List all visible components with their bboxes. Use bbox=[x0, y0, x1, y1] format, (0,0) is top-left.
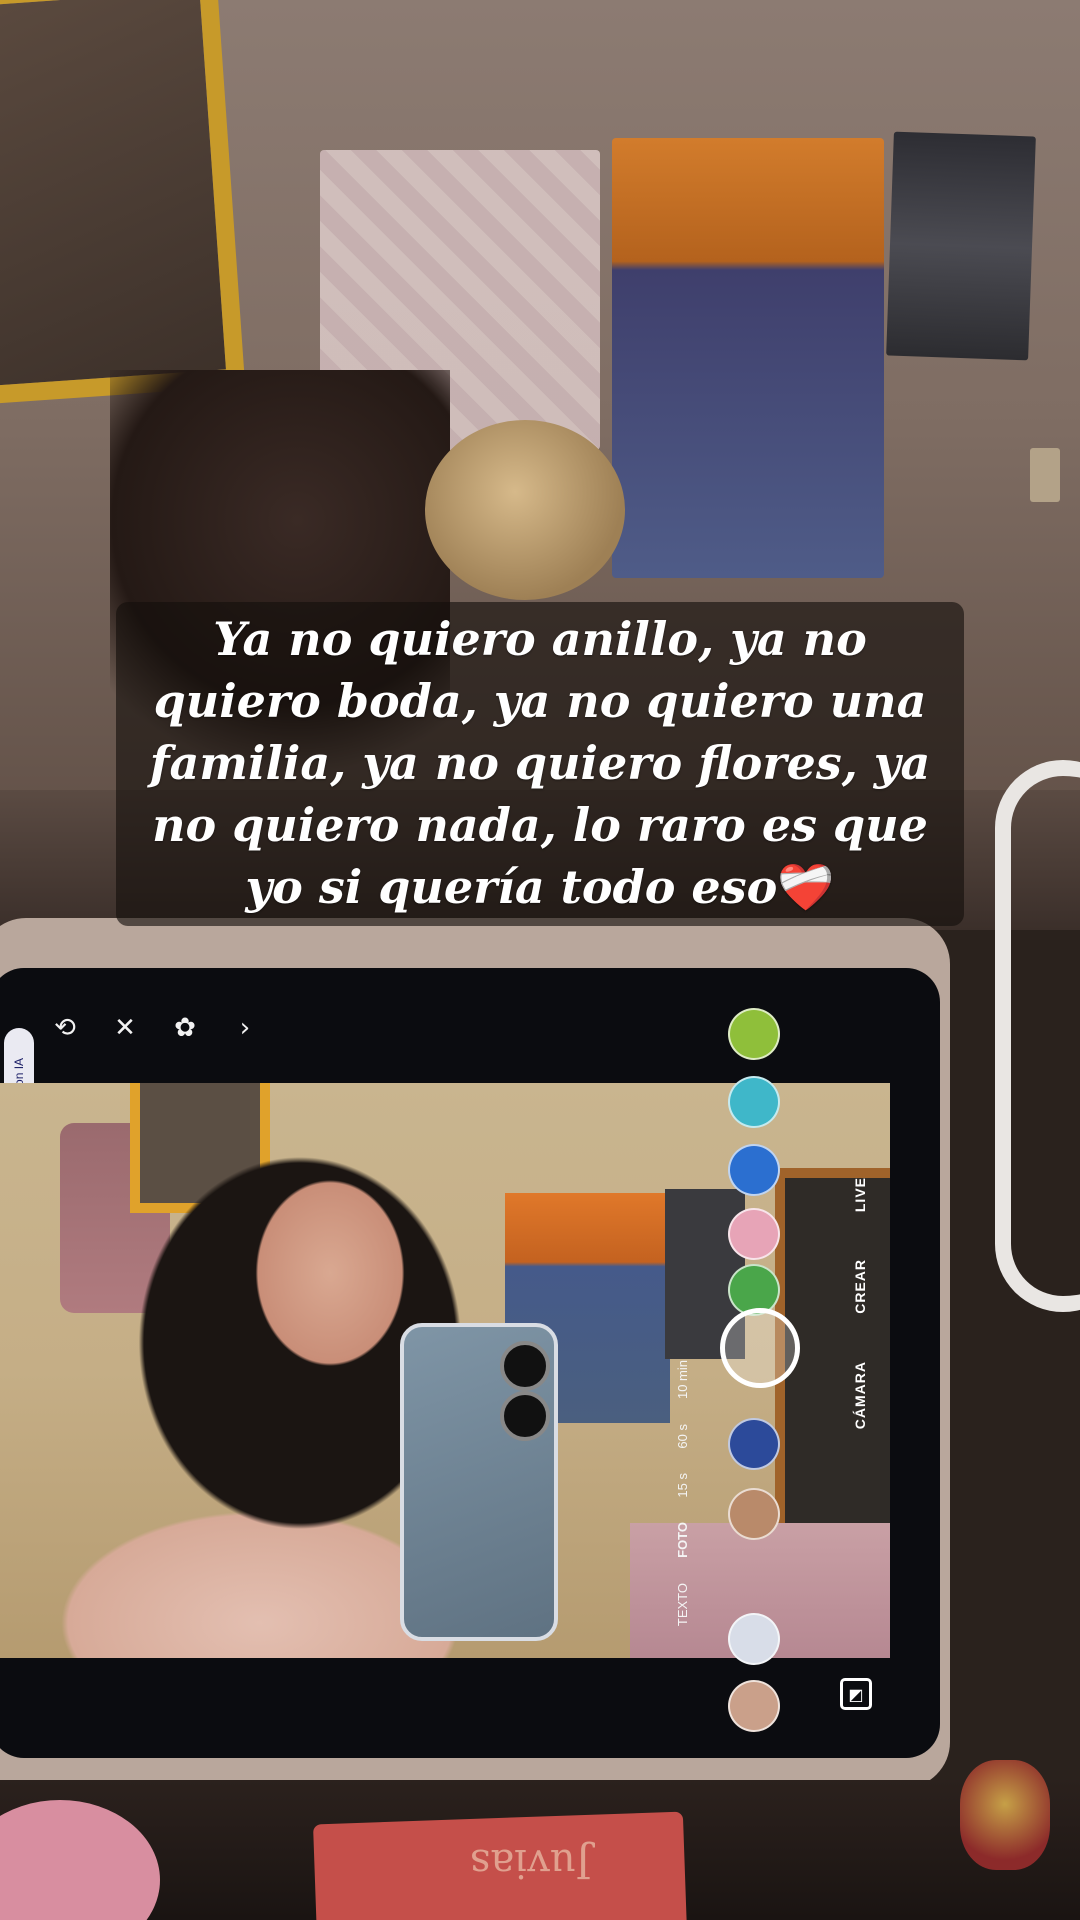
effect-bubble[interactable] bbox=[728, 1008, 780, 1060]
mode-crear[interactable]: CREAR bbox=[852, 1259, 868, 1314]
effect-bubble[interactable] bbox=[728, 1613, 780, 1665]
tablet-screen: ⟲ ✕ ✿ › Reparto con IA bbox=[0, 968, 940, 1758]
mode-camara[interactable]: CÁMARA bbox=[852, 1361, 868, 1429]
framed-picture bbox=[0, 0, 246, 405]
duration-selector: 10 min 60 s 15 s FOTO TEXTO bbox=[662, 1348, 702, 1638]
figurine-head bbox=[425, 420, 625, 600]
shutter-button[interactable] bbox=[720, 1308, 800, 1388]
notebook-text: Juvias bbox=[470, 1840, 592, 1886]
mode-live[interactable]: LIVE bbox=[852, 1177, 868, 1212]
black-white-poster bbox=[886, 131, 1036, 361]
christmas-figurine bbox=[960, 1760, 1050, 1870]
caption-text-box: Ya no quiero anillo, ya no quiero boda, … bbox=[116, 602, 964, 926]
effect-bubble[interactable] bbox=[728, 1144, 780, 1196]
mending-heart-icon: ❤️‍🩹 bbox=[777, 860, 835, 914]
effect-bubble[interactable] bbox=[728, 1488, 780, 1540]
effect-bubble[interactable] bbox=[728, 1418, 780, 1470]
duration-60s[interactable]: 60 s bbox=[675, 1424, 690, 1449]
duration-texto[interactable]: TEXTO bbox=[675, 1583, 690, 1626]
effect-bubble[interactable] bbox=[728, 1076, 780, 1128]
mode-rail: LIVE CREAR CÁMARA bbox=[830, 1153, 890, 1453]
light-switch bbox=[1030, 448, 1060, 502]
phone-camera-lens bbox=[500, 1341, 550, 1391]
phone-camera-lens bbox=[500, 1391, 550, 1441]
effect-bubble[interactable] bbox=[728, 1208, 780, 1260]
effect-bubble[interactable] bbox=[728, 1680, 780, 1732]
chevron-right-icon[interactable]: › bbox=[230, 1013, 260, 1043]
duration-15s[interactable]: 15 s bbox=[675, 1473, 690, 1498]
duration-10min[interactable]: 10 min bbox=[675, 1360, 690, 1399]
duration-foto[interactable]: FOTO bbox=[675, 1522, 690, 1558]
history-icon[interactable]: ⟲ bbox=[50, 1013, 80, 1043]
photo-scene: ⟲ ✕ ✿ › Reparto con IA bbox=[0, 0, 1080, 1920]
caption-wrap: Ya no quiero anillo, ya no quiero boda, … bbox=[0, 602, 1080, 926]
effects-icon[interactable]: ✿ bbox=[170, 1013, 200, 1043]
magic-wand-icon[interactable]: ✕ bbox=[110, 1013, 140, 1043]
anime-poster bbox=[612, 138, 884, 578]
gallery-icon[interactable]: ◩ bbox=[840, 1678, 872, 1710]
camera-topbar: ⟲ ✕ ✿ › bbox=[0, 998, 940, 1058]
